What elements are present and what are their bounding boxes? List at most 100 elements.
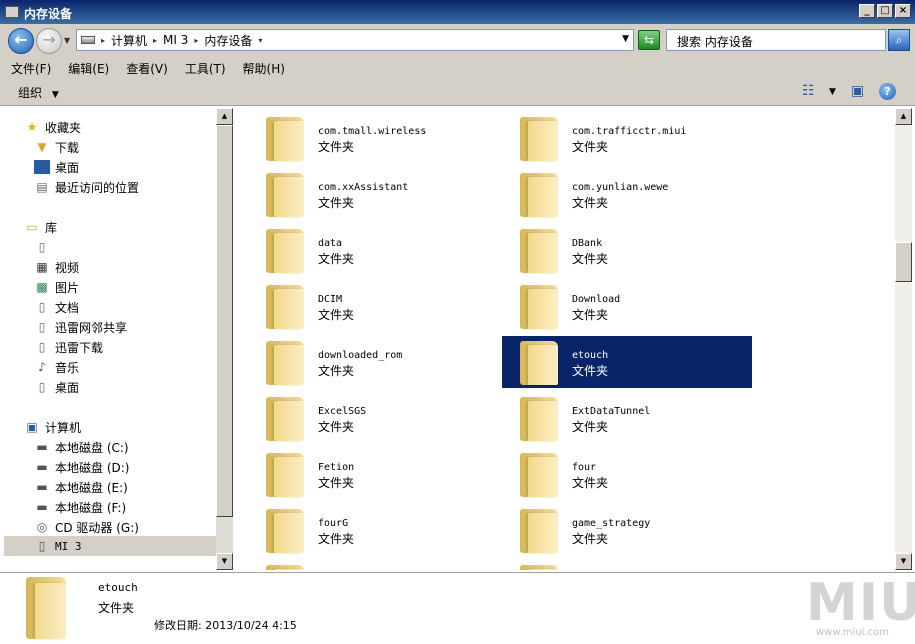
- folder-item[interactable]: ExcelSGS 文件夹: [248, 392, 498, 444]
- nav-label: CD 驱动器 (G:): [55, 520, 139, 535]
- breadcrumb-computer[interactable]: 计算机: [111, 32, 147, 49]
- scroll-up-button[interactable]: ▲: [895, 108, 912, 125]
- chevron-down-icon[interactable]: ▾: [258, 36, 262, 45]
- folder-item[interactable]: com.xxAssistant 文件夹: [248, 168, 498, 220]
- folder-item[interactable]: [248, 560, 498, 570]
- breadcrumb-mi3[interactable]: MI 3: [163, 33, 188, 47]
- scroll-thumb[interactable]: [216, 125, 233, 517]
- menu-edit[interactable]: 编辑(E): [68, 60, 109, 77]
- maximize-button[interactable]: □: [877, 4, 893, 18]
- organize-button[interactable]: 组织 ▼: [18, 84, 59, 101]
- folder-icon: [520, 509, 558, 553]
- folder-item[interactable]: com.yunlian.wewe 文件夹: [502, 168, 752, 220]
- folder-type: 文件夹: [318, 532, 355, 546]
- folder-item[interactable]: four 文件夹: [502, 448, 752, 500]
- folder-icon: [520, 565, 558, 570]
- folder-name: downloaded_rom: [318, 350, 403, 361]
- folder-item[interactable]: game_strategy 文件夹: [502, 504, 752, 556]
- preview-pane-icon[interactable]: ▣: [851, 83, 864, 99]
- address-dropdown[interactable]: ▼: [622, 34, 629, 44]
- nav-drive-d[interactable]: ▬ 本地磁盘 (D:): [34, 458, 129, 476]
- scroll-thumb[interactable]: [895, 242, 912, 282]
- breadcrumb-storage[interactable]: 内存设备: [204, 32, 252, 49]
- menu-view[interactable]: 查看(V): [126, 60, 168, 77]
- folder-icon: [520, 117, 558, 161]
- nav-xunlei-download[interactable]: ▯ 迅雷下载: [34, 338, 103, 356]
- nav-downloads[interactable]: ▼ 下载: [34, 138, 79, 156]
- nav-mi3[interactable]: ▯ MI 3: [4, 536, 216, 556]
- folder-item[interactable]: Fetion 文件夹: [248, 448, 498, 500]
- nav-label: 收藏夹: [45, 120, 82, 135]
- toolbar: 组织 ▼ ☷ ▼ ▣ ?: [0, 78, 915, 106]
- chevron-right-icon[interactable]: ▸: [194, 36, 198, 45]
- folder-item[interactable]: DBank 文件夹: [502, 224, 752, 276]
- nav-drive-f[interactable]: ▬ 本地磁盘 (F:): [34, 498, 126, 516]
- document-library-icon: ▯: [38, 320, 46, 334]
- view-options-icon[interactable]: ☷: [802, 83, 815, 99]
- chevron-down-icon[interactable]: ▼: [829, 87, 836, 97]
- minimize-button[interactable]: _: [859, 4, 875, 18]
- folder-item[interactable]: data 文件夹: [248, 224, 498, 276]
- menu-help[interactable]: 帮助(H): [243, 60, 285, 77]
- folder-icon: [520, 397, 558, 441]
- recent-pages-dropdown[interactable]: ▼: [64, 36, 70, 45]
- nav-libraries[interactable]: ▭ 库: [24, 218, 57, 236]
- folder-item[interactable]: fourG 文件夹: [248, 504, 498, 556]
- nav-drive-c[interactable]: ▬ 本地磁盘 (C:): [34, 438, 129, 456]
- folder-item[interactable]: ExtDataTunnel 文件夹: [502, 392, 752, 444]
- nav-library-blank[interactable]: ▯: [34, 238, 55, 256]
- nav-desktop[interactable]: 桌面: [34, 158, 79, 176]
- nav-library-desktop[interactable]: ▯ 桌面: [34, 378, 79, 396]
- menu-tools[interactable]: 工具(T): [185, 60, 226, 77]
- scroll-down-button[interactable]: ▼: [216, 553, 233, 570]
- file-list-scrollbar[interactable]: ▲ ▼: [895, 108, 912, 570]
- navigation-scrollbar[interactable]: ▲ ▼: [216, 108, 233, 570]
- folder-name: ExtDataTunnel: [572, 406, 651, 417]
- search-button[interactable]: ⌕: [888, 29, 910, 51]
- refresh-button[interactable]: ⇆: [638, 30, 660, 50]
- nav-xunlei-share[interactable]: ▯ 迅雷网邻共享: [34, 318, 127, 336]
- desktop-icon: ▯: [38, 380, 46, 394]
- hard-drive-icon: ▬: [36, 480, 48, 494]
- scroll-down-button[interactable]: ▼: [895, 553, 912, 570]
- scroll-up-button[interactable]: ▲: [216, 108, 233, 125]
- nav-documents[interactable]: ▯ 文档: [34, 298, 79, 316]
- folder-icon: [266, 173, 304, 217]
- nav-computer[interactable]: ▣ 计算机: [24, 418, 81, 436]
- folder-item[interactable]: com.trafficctr.miui 文件夹: [502, 112, 752, 164]
- close-button[interactable]: ×: [895, 4, 911, 18]
- nav-cd-drive-g[interactable]: ◎ CD 驱动器 (G:): [34, 518, 139, 536]
- folder-name: DCIM: [318, 294, 343, 305]
- help-icon[interactable]: ?: [879, 83, 896, 100]
- chevron-right-icon[interactable]: ▸: [101, 36, 105, 45]
- folder-item[interactable]: com.tmall.wireless 文件夹: [248, 112, 498, 164]
- nav-label: 本地磁盘 (C:): [55, 440, 129, 455]
- menu-file[interactable]: 文件(F): [11, 60, 51, 77]
- folder-item[interactable]: etouch 文件夹: [502, 336, 752, 388]
- file-list: com.tmall.wireless 文件夹 com.trafficctr.miui…: [236, 108, 895, 570]
- nav-label: 最近访问的位置: [55, 180, 140, 195]
- search-input[interactable]: 搜索 内存设备: [666, 29, 886, 51]
- path-box[interactable]: ▸ 计算机 ▸ MI 3 ▸ 内存设备 ▾ ▼: [76, 29, 634, 51]
- library-icon: ▭: [26, 220, 38, 234]
- folder-name: com.tmall.wireless: [318, 126, 427, 137]
- nav-favorites[interactable]: ★ 收藏夹: [24, 118, 81, 136]
- hard-drive-icon: ▬: [36, 440, 48, 454]
- nav-pictures[interactable]: ▩ 图片: [34, 278, 79, 296]
- folder-item[interactable]: DCIM 文件夹: [248, 280, 498, 332]
- folder-item[interactable]: [502, 560, 752, 570]
- chevron-right-icon[interactable]: ▸: [153, 36, 157, 45]
- folder-icon: [520, 285, 558, 329]
- nav-recent-places[interactable]: ▤ 最近访问的位置: [34, 178, 139, 196]
- back-button[interactable]: ←: [8, 28, 34, 54]
- folder-item[interactable]: downloaded_rom 文件夹: [248, 336, 498, 388]
- nav-videos[interactable]: ▦ 视频: [34, 258, 79, 276]
- folder-icon: [520, 341, 558, 385]
- nav-drive-e[interactable]: ▬ 本地磁盘 (E:): [34, 478, 127, 496]
- folder-item[interactable]: Download 文件夹: [502, 280, 752, 332]
- nav-music[interactable]: ♪ 音乐: [34, 358, 79, 376]
- forward-button[interactable]: →: [36, 28, 62, 54]
- folder-name: com.trafficctr.miui: [572, 126, 687, 137]
- details-pane: etouch 文件夹 修改日期: 2013/10/24 4:15 MIUI ww…: [0, 572, 915, 644]
- folder-type: 文件夹: [572, 196, 609, 210]
